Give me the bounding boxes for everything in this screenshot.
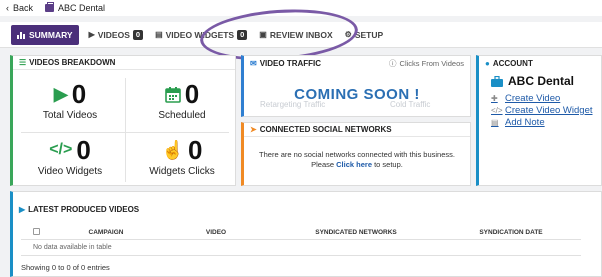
table-row: No data available in table [21, 240, 581, 256]
column-video[interactable]: VIDEO [161, 226, 271, 240]
back-button[interactable]: ‹ Back [6, 3, 33, 13]
video-traffic-header: ✉ VIDEO TRAFFIC ⓘ Clicks From Videos [244, 56, 470, 70]
scheduled-value: 0 [184, 78, 200, 109]
create-video-link[interactable]: ✚ Create Video [491, 92, 601, 104]
video-widgets-value: 0 [76, 134, 91, 165]
business-breadcrumb[interactable]: ABC Dental [45, 2, 106, 13]
column-campaign[interactable]: CAMPAIGN [51, 226, 161, 240]
stat-scheduled: 0 Scheduled [127, 78, 237, 122]
no-networks-message: There are no social networks connected w… [259, 150, 455, 159]
tab-videos[interactable]: ▶ VIDEOS 0 [83, 25, 149, 45]
social-networks-panel: ➤ CONNECTED SOCIAL NETWORKS There are no… [241, 122, 471, 186]
code-icon: </> [49, 141, 73, 158]
add-note-link[interactable]: ▤ Add Note [491, 116, 601, 128]
video-widgets-label: Video Widgets [37, 166, 103, 177]
social-networks-header: ➤ CONNECTED SOCIAL NETWORKS [244, 123, 470, 137]
empty-table-message: No data available in table [33, 244, 112, 251]
stat-widgets-clicks: ☝ 0 Widgets Clicks [127, 134, 237, 178]
tab-videos-label: VIDEOS [97, 29, 130, 40]
tab-summary-label: SUMMARY [29, 29, 73, 40]
account-title: ACCOUNT [492, 58, 533, 68]
play-icon: ▶ [19, 204, 26, 214]
tab-setup[interactable]: ⚙ SETUP [339, 25, 390, 45]
widgets-clicks-label: Widgets Clicks [149, 166, 215, 177]
back-label: Back [13, 3, 34, 13]
pointer-icon: ☝ [161, 139, 184, 160]
coming-soon-overlay: COMING SOON ! [294, 86, 420, 103]
column-syndicated-networks[interactable]: SYNDICATED NETWORKS [271, 226, 441, 240]
calendar-icon [164, 86, 181, 103]
column-syndication-date[interactable]: SYNDICATION DATE [441, 226, 581, 240]
plus-icon: ✚ [491, 93, 498, 103]
stat-total-videos: ▶ 0 Total Videos [15, 78, 125, 122]
videos-breakdown-title: VIDEOS BREAKDOWN [29, 58, 116, 67]
briefcase-icon [491, 75, 503, 87]
play-icon: ▶ [88, 30, 95, 39]
table-footer: Showing 0 to 0 of 0 entries [21, 263, 110, 272]
tab-review-inbox[interactable]: ▣ REVIEW INBOX [253, 25, 338, 45]
create-widget-link[interactable]: </> Create Video Widget [491, 104, 601, 116]
gear-icon: ⚙ [344, 30, 352, 39]
business-name: ABC Dental [58, 3, 106, 13]
latest-videos-title: LATEST PRODUCED VIDEOS [28, 204, 140, 214]
widgets-count-badge: 0 [237, 29, 248, 40]
total-videos-value: 0 [71, 78, 87, 109]
account-panel: ● ACCOUNT ABC Dental ✚ Create Video </> Cr… [476, 55, 602, 186]
scheduled-label: Scheduled [158, 110, 206, 121]
setup-prompt-suffix: to setup. [374, 160, 403, 169]
tab-bar: SUMMARY ▶ VIDEOS 0 ▤ VIDEO WIDGETS 0 ▣ R… [0, 22, 602, 48]
videos-breakdown-header: ☰ VIDEOS BREAKDOWN [13, 56, 235, 70]
stat-video-widgets: </> 0 Video Widgets [15, 134, 125, 178]
code-icon: </> [491, 105, 503, 115]
tab-summary[interactable]: SUMMARY [11, 24, 79, 45]
latest-videos-header: ▶ LATEST PRODUCED VIDEOS [13, 192, 601, 226]
note-icon: ▤ [491, 117, 499, 127]
traffic-icon: ✉ [250, 58, 257, 68]
create-video-label: Create Video [505, 92, 561, 104]
table-header-row: CAMPAIGN VIDEO SYNDICATED NETWORKS SYNDI… [21, 226, 581, 240]
account-header: ● ACCOUNT [479, 56, 601, 70]
widgets-clicks-value: 0 [187, 134, 203, 165]
share-icon: ➤ [250, 125, 257, 134]
setup-prompt-prefix: Please [311, 160, 335, 169]
video-traffic-panel: ✉ VIDEO TRAFFIC ⓘ Clicks From Videos Ret… [241, 55, 471, 117]
traffic-filter-label[interactable]: Clicks From Videos [400, 59, 464, 68]
select-all-checkbox[interactable] [32, 228, 40, 235]
video-traffic-title: VIDEO TRAFFIC [259, 58, 322, 68]
videos-breakdown-panel: ☰ VIDEOS BREAKDOWN ▶ 0 Total Videos 0 Sch… [10, 55, 236, 186]
top-bar: ‹ Back ABC Dental [0, 0, 602, 16]
widget-icon: ▤ [155, 30, 163, 39]
user-icon: ● [485, 58, 490, 68]
chevron-left-icon: ‹ [6, 3, 9, 13]
bar-chart-icon [17, 31, 25, 39]
account-business-name: ABC Dental [508, 74, 575, 88]
tab-review-inbox-label: REVIEW INBOX [269, 29, 333, 40]
total-videos-label: Total Videos [42, 110, 98, 121]
stats-divider-horizontal [21, 132, 229, 133]
latest-videos-table: CAMPAIGN VIDEO SYNDICATED NETWORKS SYNDI… [21, 226, 581, 256]
briefcase-icon [45, 2, 55, 12]
list-icon: ☰ [19, 58, 27, 67]
social-networks-title: CONNECTED SOCIAL NETWORKS [259, 125, 392, 134]
tab-video-widgets-label: VIDEO WIDGETS [165, 29, 235, 40]
tab-setup-label: SETUP [354, 29, 384, 40]
setup-link[interactable]: Click here [336, 160, 372, 169]
latest-videos-panel: ▶ LATEST PRODUCED VIDEOS CAMPAIGN VIDEO … [10, 191, 602, 277]
videos-count-badge: 0 [132, 29, 144, 40]
inbox-icon: ▣ [259, 30, 267, 39]
play-icon: ▶ [53, 83, 68, 104]
create-widget-label: Create Video Widget [505, 104, 593, 116]
add-note-label: Add Note [505, 116, 545, 128]
info-icon: ⓘ [389, 58, 397, 68]
tab-video-widgets[interactable]: ▤ VIDEO WIDGETS 0 [149, 25, 253, 45]
stats-divider-vertical [125, 78, 126, 182]
